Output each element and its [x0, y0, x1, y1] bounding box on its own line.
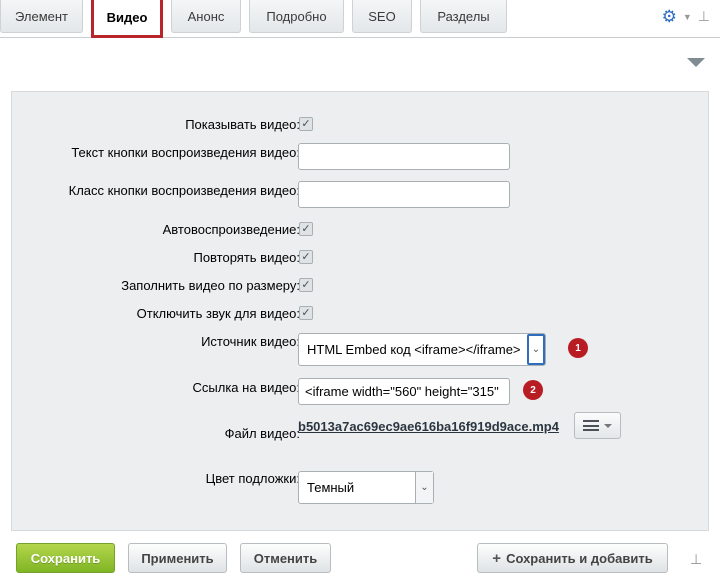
tab-label: Элемент [14, 8, 69, 24]
loop-label: Повторять видео: [193, 250, 300, 265]
play-button-class-label: Класс кнопки воспроизведения видео: [68, 183, 300, 198]
link-label: Ссылка на видео: [192, 380, 300, 395]
menu-icon [583, 420, 599, 431]
annotation-badge-1: 1 [568, 338, 588, 358]
triangle-down-icon[interactable] [687, 58, 705, 67]
bg-color-value: Темный [307, 480, 355, 495]
chevron-down-icon [604, 423, 612, 428]
mute-checkbox[interactable]: ✓ [299, 306, 313, 320]
save-and-add-label: Сохранить и добавить [506, 550, 653, 566]
source-label: Источник видео: [201, 334, 300, 349]
check-icon: ✓ [301, 306, 311, 319]
cancel-button[interactable]: Отменить [240, 543, 331, 573]
tab-label: Анонс [187, 8, 225, 24]
tab-bar: Элемент Видео Анонс Подробно SEO Разделы… [0, 0, 720, 38]
tab-details[interactable]: Подробно [249, 0, 344, 33]
play-button-text-label: Текст кнопки воспроизведения видео: [71, 145, 300, 160]
gear-icon[interactable]: ⚙ [662, 7, 677, 27]
show-video-label: Показывать видео: [185, 117, 300, 132]
autoplay-label: Автовоспроизведение: [162, 222, 300, 237]
save-and-add-button[interactable]: + Сохранить и добавить [477, 543, 668, 573]
show-video-checkbox[interactable]: ✓ [299, 117, 313, 131]
fill-label: Заполнить видео по размеру: [121, 278, 300, 293]
tab-sections[interactable]: Разделы [420, 0, 507, 33]
check-icon: ✓ [301, 250, 311, 263]
pin-icon[interactable]: ⊥ [698, 8, 710, 25]
bg-color-label: Цвет подложки: [205, 471, 300, 486]
tab-label: Видео [106, 10, 148, 25]
chevron-down-icon[interactable]: ▼ [683, 12, 692, 22]
check-icon: ✓ [301, 117, 311, 130]
tab-tools: ⚙ ▼ ⊥ [650, 0, 720, 33]
autoplay-checkbox[interactable]: ✓ [299, 222, 313, 236]
video-file-link[interactable]: b5013a7ac69ec9ae616ba16f919d9ace.mp4 [298, 419, 559, 434]
file-menu-button[interactable] [574, 412, 621, 439]
tab-seo[interactable]: SEO [352, 0, 412, 33]
fill-checkbox[interactable]: ✓ [299, 278, 313, 292]
tab-label: SEO [368, 8, 396, 24]
file-label: Файл видео: [224, 426, 300, 441]
video-link-input[interactable] [298, 378, 510, 405]
annotation-badge-2: 2 [523, 380, 543, 400]
chevron-down-icon[interactable]: ⌄ [415, 472, 433, 503]
save-button[interactable]: Сохранить [16, 543, 115, 573]
tab-element[interactable]: Элемент [0, 0, 83, 33]
play-button-class-input[interactable] [298, 181, 510, 208]
tab-announce[interactable]: Анонс [171, 0, 241, 33]
tab-label: Подробно [266, 8, 327, 24]
play-button-text-input[interactable] [298, 143, 510, 170]
chevron-down-icon[interactable]: ⌄ [527, 334, 545, 365]
source-value: HTML Embed код <iframe></iframe> [307, 342, 521, 357]
check-icon: ✓ [301, 222, 311, 235]
tab-video[interactable]: Видео [91, 0, 163, 38]
loop-checkbox[interactable]: ✓ [299, 250, 313, 264]
pin-icon[interactable]: ⊥ [690, 551, 702, 568]
video-settings-panel: Показывать видео: ✓ Текст кнопки воспрои… [11, 91, 709, 531]
bg-color-select[interactable]: Темный ⌄ [298, 471, 434, 504]
mute-label: Отключить звук для видео: [136, 306, 300, 321]
check-icon: ✓ [301, 278, 311, 291]
plus-icon: + [492, 549, 502, 567]
apply-button[interactable]: Применить [128, 543, 227, 573]
tab-label: Разделы [437, 8, 490, 24]
source-select[interactable]: HTML Embed код <iframe></iframe> ⌄ [298, 333, 546, 366]
